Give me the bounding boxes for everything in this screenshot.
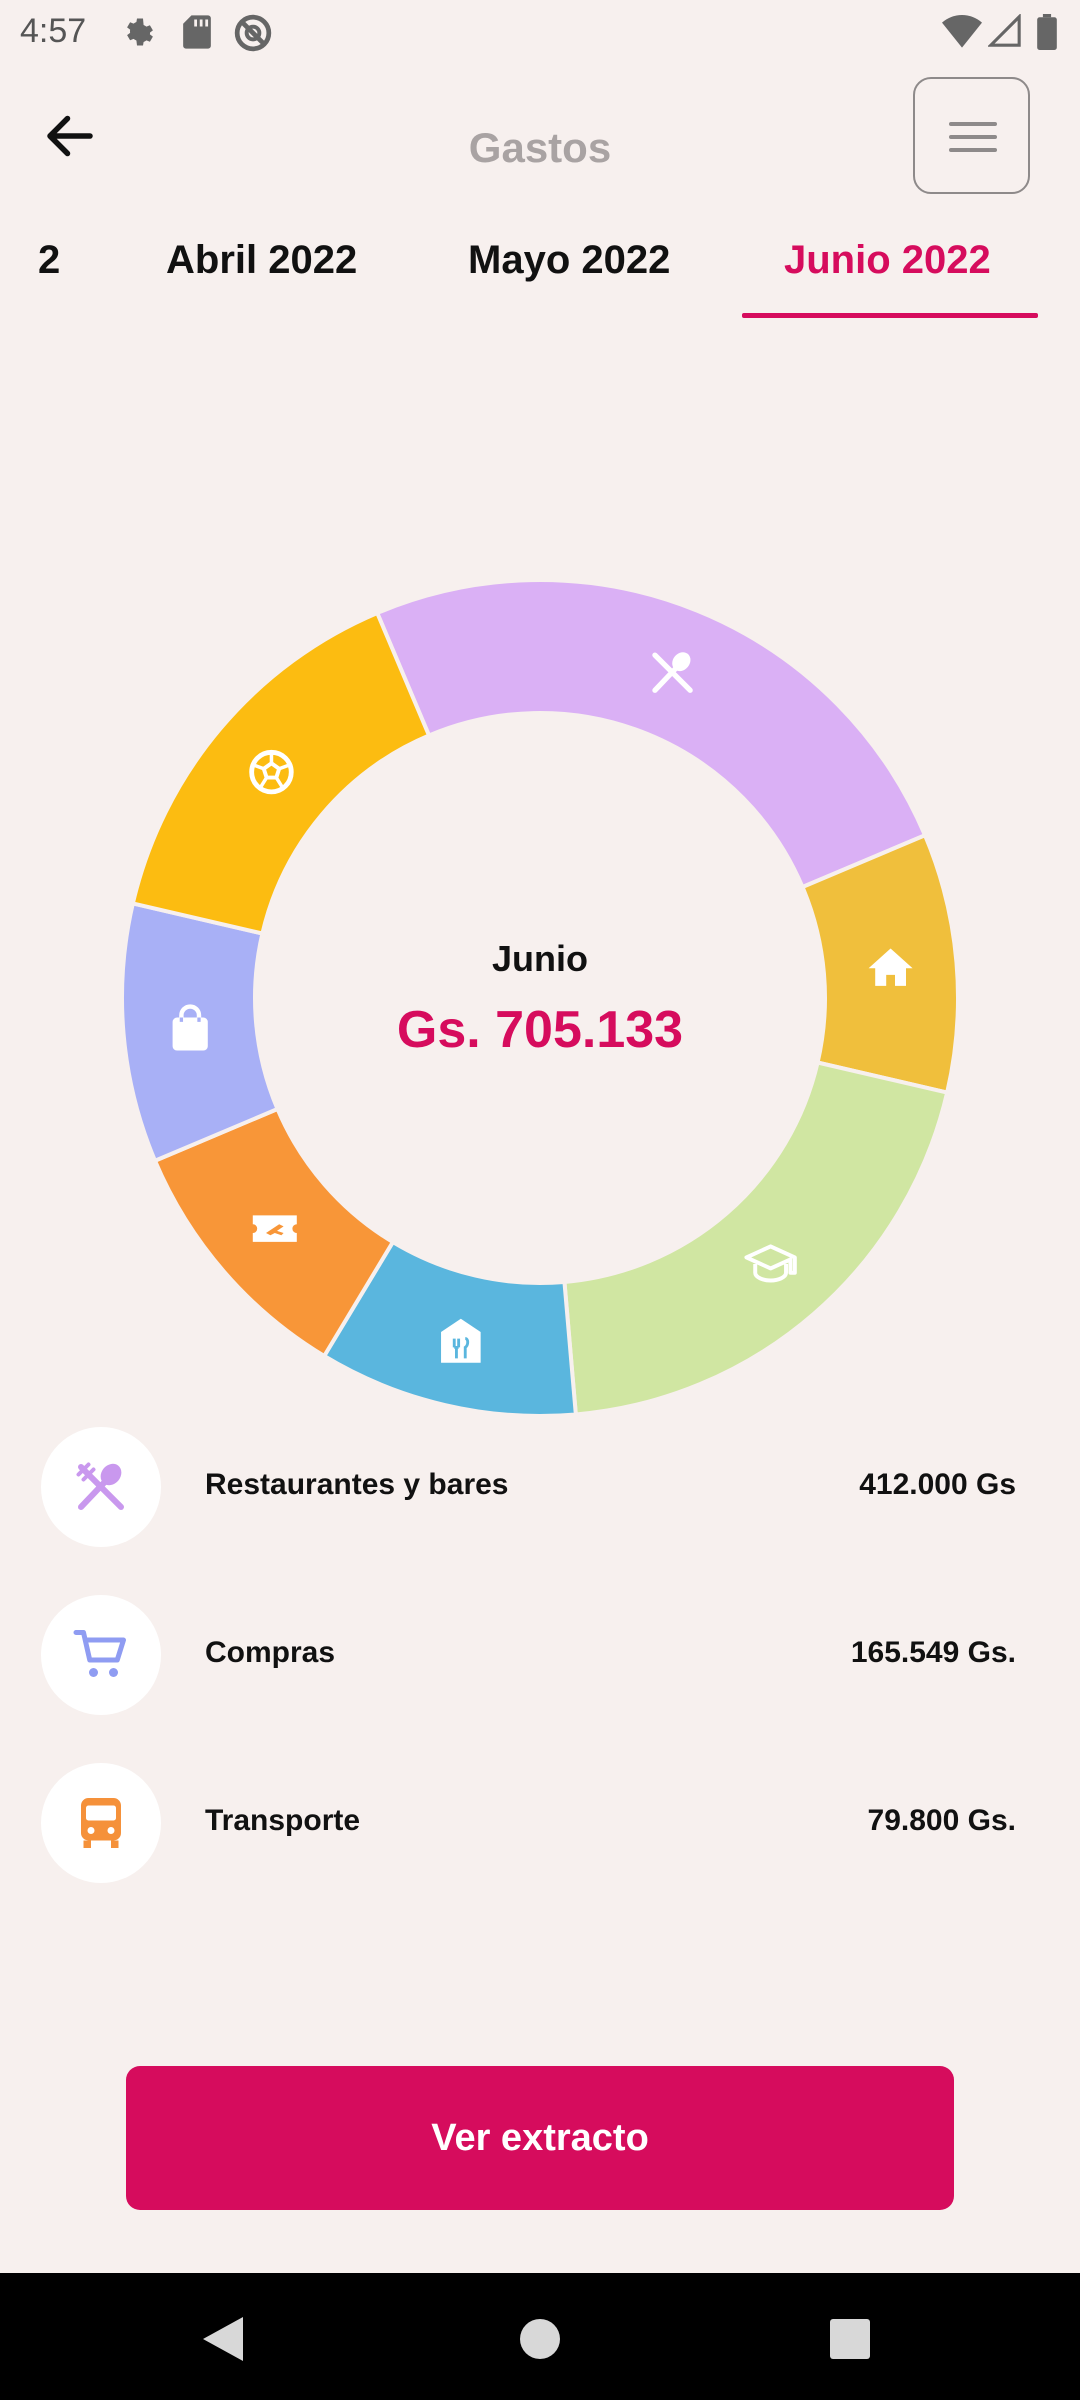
ticket-icon (252, 1215, 297, 1242)
summary-total: Gs. 705.133 (396, 1001, 684, 1059)
bus-icon (81, 1798, 121, 1848)
no-sync-icon (234, 14, 272, 52)
category-icon-badge (41, 1763, 161, 1883)
nav-back-icon[interactable] (203, 2317, 243, 2361)
cart-icon (73, 1630, 126, 1677)
category-amount: 79.800 Gs. (867, 1804, 1016, 1837)
category-name: Transporte (205, 1804, 361, 1837)
category-row-restaurants[interactable]: Restaurantes y bares 412.000 Gs (0, 1422, 1080, 1552)
wifi-icon (942, 15, 982, 48)
category-icon-badge (41, 1427, 161, 1547)
expense-donut-chart (120, 578, 960, 1418)
category-name: Compras (205, 1636, 336, 1669)
status-bar: 4:57 (0, 0, 1080, 64)
fork-spoon-icon (76, 1462, 124, 1510)
view-statement-button[interactable]: Ver extracto (126, 2066, 954, 2210)
nav-recents-icon[interactable] (830, 2319, 870, 2359)
donut-segment[interactable] (374, 578, 928, 890)
category-row-transport[interactable]: Transporte 79.800 Gs. (0, 1758, 1080, 1888)
summary-month: Junio (492, 938, 588, 979)
status-time: 4:57 (20, 12, 87, 50)
donut-segment[interactable] (562, 1060, 950, 1417)
tab-april-2022[interactable]: Abril 2022 (166, 238, 357, 283)
category-amount: 412.000 Gs (859, 1468, 1016, 1501)
tab-june-2022[interactable]: Junio 2022 (784, 238, 991, 283)
category-name: Restaurantes y bares (205, 1468, 509, 1501)
donut-segment[interactable] (130, 610, 432, 936)
tab-partial[interactable]: 2 (38, 238, 60, 283)
active-tab-indicator (742, 313, 1038, 318)
signal-icon (988, 14, 1021, 47)
sd-card-icon (183, 15, 211, 49)
menu-button[interactable] (913, 77, 1030, 194)
system-nav-bar (0, 2273, 1080, 2400)
settings-icon (127, 18, 153, 46)
battery-icon (1037, 14, 1057, 50)
category-amount: 165.549 Gs. (850, 1636, 1016, 1669)
tab-may-2022[interactable]: Mayo 2022 (468, 238, 670, 283)
nav-home-icon[interactable] (520, 2319, 560, 2359)
category-row-purchases[interactable]: Compras 165.549 Gs. (0, 1590, 1080, 1720)
category-icon-badge (41, 1595, 161, 1715)
